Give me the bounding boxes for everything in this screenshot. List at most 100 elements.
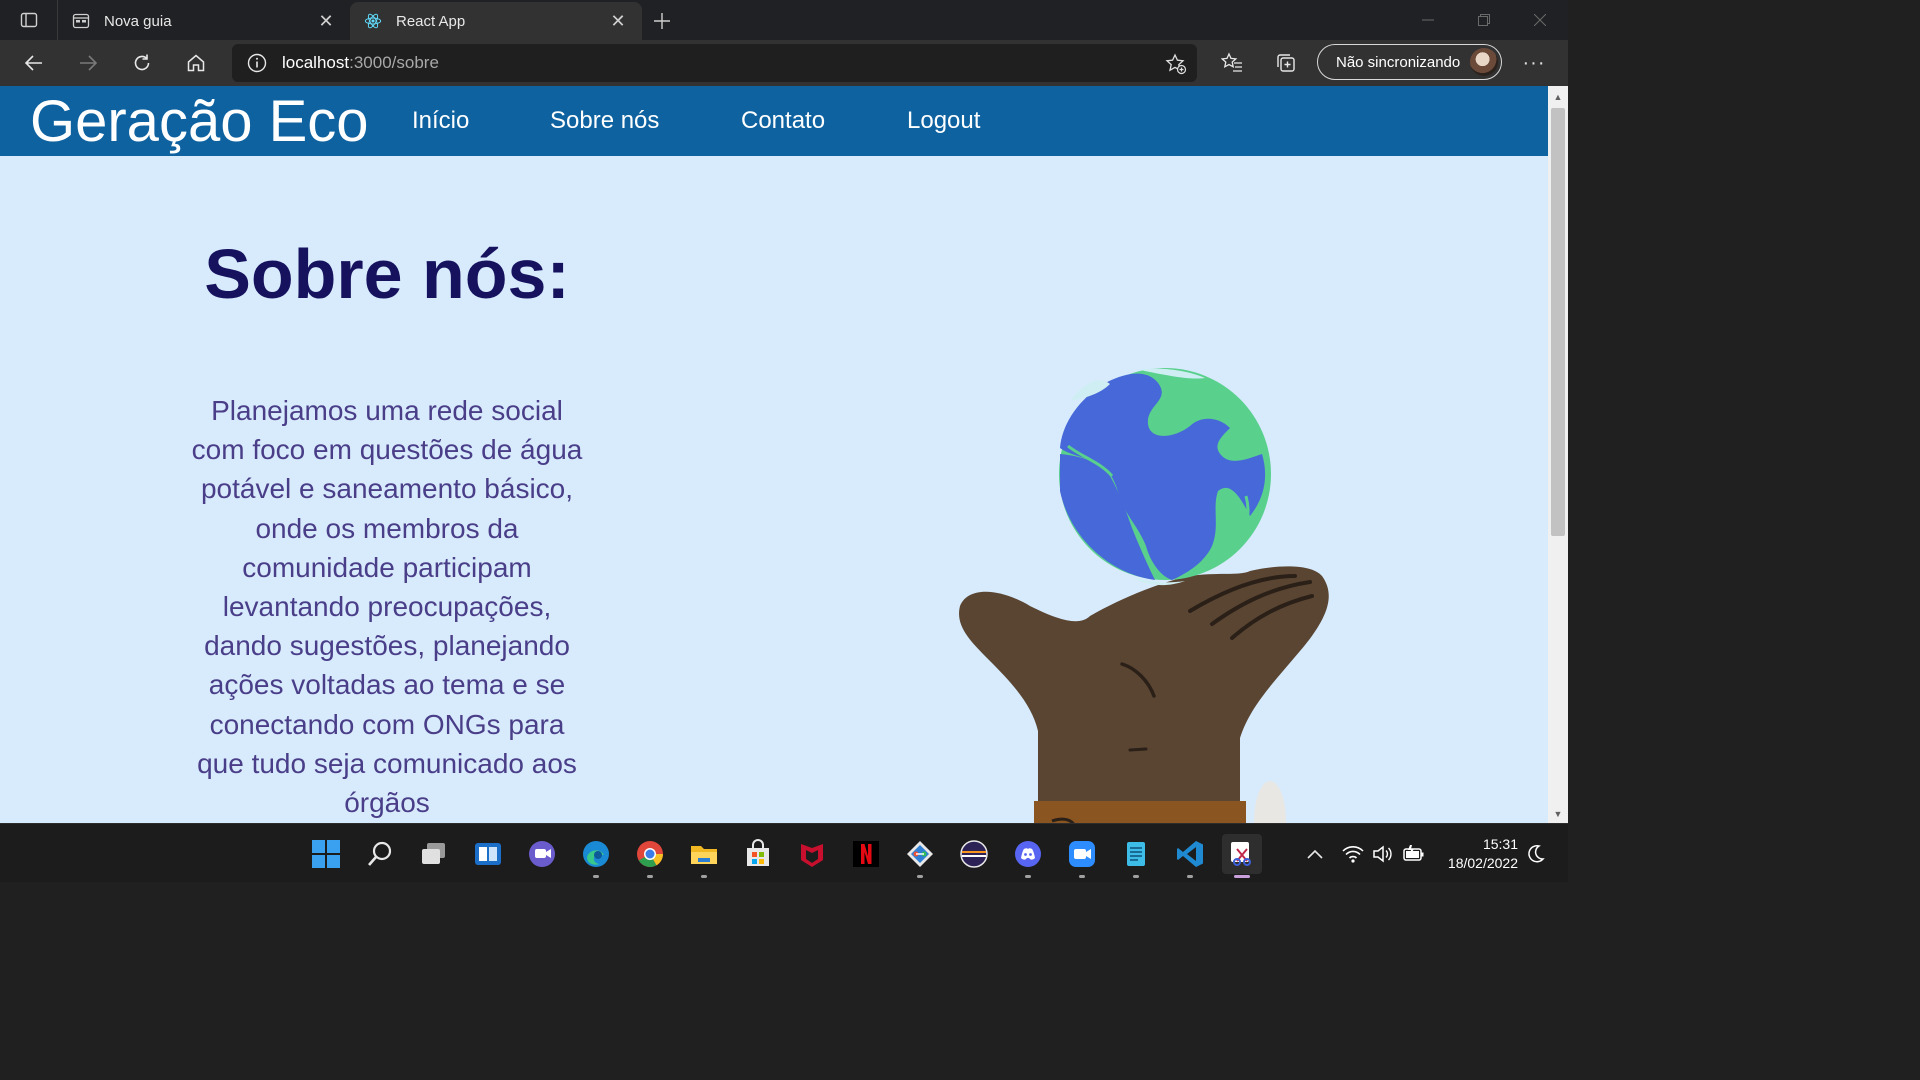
back-arrow-icon (24, 55, 42, 71)
scrollbar-thumb[interactable] (1551, 108, 1565, 536)
refresh-button[interactable] (115, 40, 169, 86)
running-indicator (1079, 875, 1085, 878)
edge-button[interactable] (576, 834, 616, 878)
browser-toolbar: localhost:3000/sobre Não sincronizando ·… (0, 40, 1568, 86)
add-favorite-icon[interactable] (1165, 53, 1187, 80)
clock-time: 15:31 (1482, 836, 1518, 852)
tab-nova-guia[interactable]: Nova guia ✕ (58, 2, 350, 40)
nav-link-logout[interactable]: Logout (907, 106, 980, 136)
restore-button[interactable] (1456, 0, 1512, 40)
about-description: Planejamos uma rede social com foco em q… (191, 395, 583, 819)
microsoft-store-icon (747, 839, 769, 866)
mcafee-icon (801, 844, 823, 867)
git-button[interactable] (900, 834, 940, 878)
page-viewport: Geração Eco Início Sobre nós Contato Log… (0, 86, 1568, 823)
tab-title: React App (396, 12, 466, 30)
minimize-button[interactable] (1400, 0, 1456, 40)
snipping-tool-button[interactable] (1222, 834, 1262, 878)
profile-sync-status: Não sincronizando (1336, 53, 1461, 71)
wifi-status[interactable] (1342, 824, 1364, 883)
tab-react-app[interactable]: React App ✕ (350, 2, 642, 40)
page-title: Sobre nós: (204, 235, 570, 313)
close-tab-icon[interactable]: ✕ (316, 11, 336, 31)
clock-date: 18/02/2022 (1447, 855, 1518, 871)
mcafee-button[interactable] (792, 834, 832, 874)
file-explorer-icon (691, 846, 717, 864)
zoom-button[interactable] (1062, 834, 1102, 878)
new-tab-page-icon (72, 12, 90, 30)
battery-status[interactable] (1402, 824, 1426, 883)
more-icon: ··· (1522, 51, 1546, 74)
close-window-button[interactable] (1512, 0, 1568, 40)
volume-status[interactable] (1372, 824, 1394, 883)
vscode-button[interactable] (1170, 834, 1210, 878)
nav-link-sobre-nos[interactable]: Sobre nós (550, 106, 659, 136)
start-button[interactable] (306, 834, 346, 874)
nav-link-contato[interactable]: Contato (741, 106, 825, 136)
close-icon (1534, 14, 1546, 26)
chat-icon (529, 841, 555, 867)
discord-icon (1015, 841, 1041, 867)
widgets-button[interactable] (468, 834, 508, 874)
earth-globe-illustration (1059, 368, 1271, 586)
notepad-button[interactable] (1116, 834, 1156, 878)
site-navbar: Geração Eco Início Sobre nós Contato Log… (0, 86, 1548, 156)
avatar (1470, 48, 1498, 76)
eclipse-button[interactable] (954, 834, 994, 874)
minimize-icon (1422, 19, 1434, 21)
collections-icon (1277, 54, 1295, 72)
chevron-up-icon (1307, 849, 1323, 859)
url-host: localhost (282, 53, 350, 72)
notepad-icon (1127, 842, 1145, 866)
restore-icon (1478, 14, 1490, 26)
scroll-up-arrow-icon[interactable]: ▲ (1548, 90, 1568, 104)
window-controls (1400, 0, 1568, 40)
file-explorer-button[interactable] (684, 834, 724, 878)
netflix-button[interactable] (846, 834, 886, 874)
tab-actions-button[interactable] (0, 0, 58, 40)
home-icon (187, 54, 205, 72)
url-text: localhost:3000/sobre (282, 53, 439, 73)
back-button[interactable] (7, 40, 61, 86)
battery-charging-icon (1403, 844, 1424, 861)
forward-arrow-icon (80, 55, 98, 71)
task-view-icon (422, 843, 445, 864)
scroll-down-arrow-icon[interactable]: ▼ (1548, 807, 1568, 821)
tab-actions-icon (20, 12, 37, 28)
plus-icon (654, 13, 670, 29)
page-scrollbar[interactable]: ▲ ▼ (1548, 86, 1568, 823)
favorites-button[interactable] (1205, 40, 1259, 86)
running-indicator (647, 875, 653, 878)
focus-assist-button[interactable] (1524, 824, 1546, 883)
wifi-icon (1342, 845, 1364, 863)
site-info-icon[interactable] (232, 53, 282, 73)
widgets-icon (475, 843, 501, 865)
search-button[interactable] (360, 834, 400, 874)
running-indicator (1187, 875, 1193, 878)
settings-more-button[interactable]: ··· (1512, 40, 1556, 86)
windows-taskbar: 15:31 18/02/2022 (0, 823, 1568, 882)
new-tab-button[interactable] (642, 2, 682, 40)
collections-button[interactable] (1259, 40, 1313, 86)
netflix-icon (853, 841, 879, 867)
teams-chat-button[interactable] (522, 834, 562, 874)
system-clock[interactable]: 15:31 18/02/2022 (1436, 835, 1518, 873)
address-bar[interactable]: localhost:3000/sobre (232, 44, 1197, 82)
microsoft-store-button[interactable] (738, 834, 778, 874)
nav-link-inicio[interactable]: Início (412, 106, 469, 136)
tab-bar: Nova guia ✕ React App ✕ (0, 0, 1568, 40)
task-view-button[interactable] (414, 834, 454, 874)
hand-holding-earth-illustration (959, 368, 1329, 823)
moon-icon (1528, 844, 1545, 862)
forward-button[interactable] (61, 40, 115, 86)
chrome-icon (637, 841, 664, 868)
site-brand[interactable]: Geração Eco (30, 90, 369, 154)
chrome-button[interactable] (630, 834, 670, 878)
show-hidden-icons-button[interactable] (1300, 824, 1330, 883)
discord-button[interactable] (1008, 834, 1048, 878)
home-button[interactable] (169, 40, 223, 86)
close-tab-icon[interactable]: ✕ (608, 11, 628, 31)
hand-illustration (959, 566, 1329, 823)
profile-button[interactable]: Não sincronizando (1317, 44, 1502, 80)
running-indicator (593, 875, 599, 878)
